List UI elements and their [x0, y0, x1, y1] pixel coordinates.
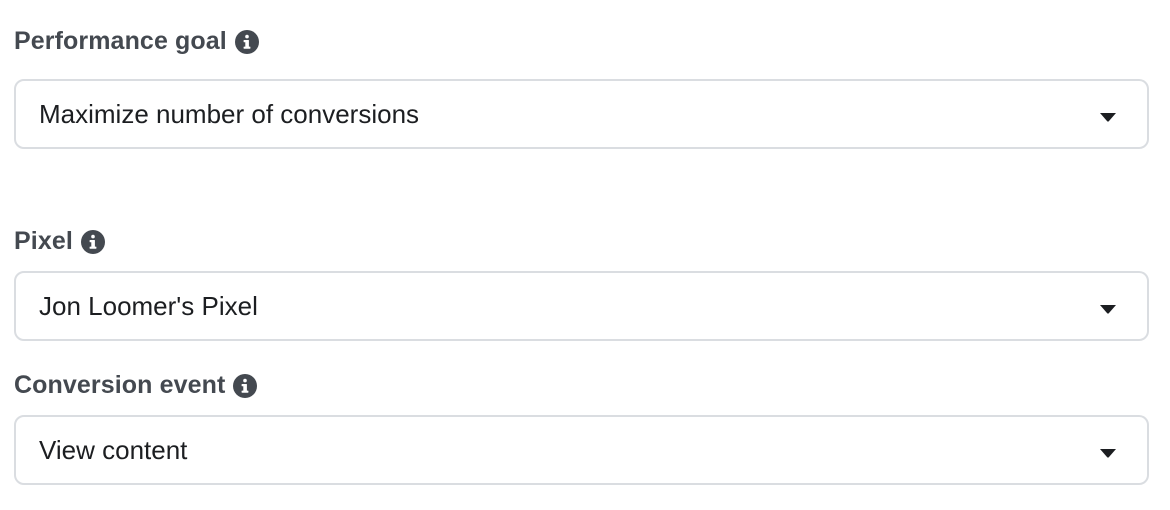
caret-down-icon: [1099, 301, 1117, 314]
pixel-label-text: Pixel: [14, 227, 73, 255]
info-icon[interactable]: [80, 229, 105, 254]
caret-down-icon: [1099, 445, 1117, 458]
info-icon[interactable]: [234, 29, 259, 54]
conversion-event-value: View content: [39, 434, 188, 465]
pixel-label: Pixel: [14, 227, 105, 256]
performance-goal-label: Performance goal: [14, 27, 259, 56]
performance-goal-select[interactable]: Maximize number of conversions: [14, 79, 1149, 149]
performance-goal-value: Maximize number of conversions: [39, 98, 420, 129]
pixel-select[interactable]: Jon Loomer's Pixel: [14, 271, 1149, 341]
pixel-value: Jon Loomer's Pixel: [39, 290, 258, 321]
performance-goal-label-text: Performance goal: [14, 27, 227, 55]
caret-down-icon: [1099, 109, 1117, 122]
conversion-event-label: Conversion event: [14, 371, 258, 400]
conversion-event-select[interactable]: View content: [14, 415, 1149, 485]
info-icon[interactable]: [233, 373, 258, 398]
conversion-event-label-text: Conversion event: [14, 371, 226, 399]
